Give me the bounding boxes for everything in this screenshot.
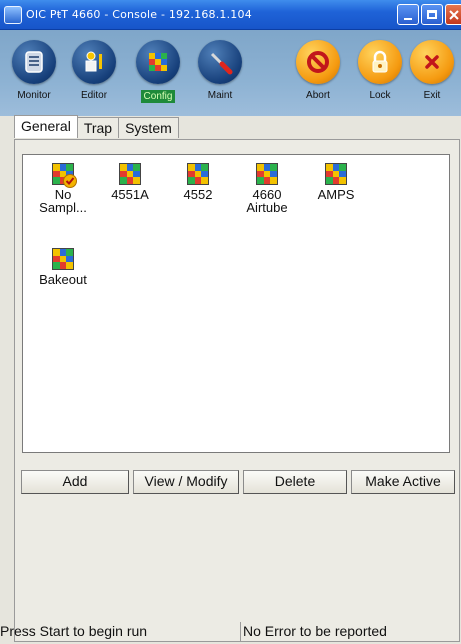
maximize-button[interactable]	[421, 4, 443, 25]
lock-button[interactable]: Lock	[352, 40, 408, 114]
lock-icon	[358, 40, 402, 84]
abort-button[interactable]: Abort	[290, 40, 346, 114]
editor-icon	[72, 40, 116, 84]
active-check-icon	[63, 174, 77, 188]
config-icon	[256, 163, 278, 185]
abort-icon	[296, 40, 340, 84]
status-divider	[240, 622, 241, 642]
general-panel: No Sampl... 4551A 4552 4660 Airtube AMPS…	[14, 139, 460, 642]
tab-system[interactable]: System	[118, 117, 179, 138]
config-item[interactable]: 4660 Airtube	[237, 163, 297, 214]
config-name-line1: AMPS	[317, 187, 355, 202]
app-icon[interactable]	[4, 5, 22, 24]
config-icon	[52, 163, 77, 188]
maximize-icon	[427, 10, 437, 19]
config-icon	[52, 248, 74, 270]
maint-icon	[198, 40, 242, 84]
config-name-line2: Sampl...	[39, 200, 87, 215]
config-item[interactable]: No Sampl...	[33, 163, 93, 214]
config-icon	[187, 163, 209, 185]
window-title: OIC PŧT 4660 - Console - 192.168.1.104	[26, 8, 252, 21]
close-icon	[448, 9, 459, 20]
config-list[interactable]: No Sampl... 4551A 4552 4660 Airtube AMPS…	[22, 154, 450, 453]
config-item[interactable]: 4552	[168, 163, 228, 201]
config-label: Config	[140, 90, 176, 103]
config-name-line1: 4551A	[111, 187, 149, 202]
close-button[interactable]	[445, 4, 461, 25]
maint-button[interactable]: Maint	[192, 40, 248, 114]
window-controls	[397, 4, 461, 25]
config-item[interactable]: AMPS	[306, 163, 366, 201]
config-icon	[325, 163, 347, 185]
tab-trap[interactable]: Trap	[76, 117, 120, 138]
minimize-icon	[404, 17, 412, 20]
exit-icon	[410, 40, 454, 84]
title-bar: OIC PŧT 4660 - Console - 192.168.1.104	[0, 0, 461, 30]
config-name-line2: Airtube	[246, 200, 288, 215]
status-left: Press Start to begin run	[0, 623, 148, 639]
config-name-line1: Bakeout	[39, 272, 87, 287]
lock-label: Lock	[369, 90, 391, 101]
abort-label: Abort	[306, 90, 330, 101]
status-right: No Error to be reported	[243, 623, 387, 639]
monitor-label: Monitor	[17, 90, 51, 101]
editor-button[interactable]: Editor	[66, 40, 122, 114]
exit-label: Exit	[423, 90, 441, 101]
tab-general[interactable]: General	[14, 115, 78, 138]
exit-button[interactable]: Exit	[404, 40, 460, 114]
config-button[interactable]: Config	[130, 40, 186, 114]
editor-label: Editor	[80, 90, 108, 101]
delete-button[interactable]: Delete	[243, 470, 347, 494]
config-icon	[119, 163, 141, 185]
add-button[interactable]: Add	[21, 470, 129, 494]
config-icon	[136, 40, 180, 84]
main-toolbar: Monitor Editor Config Maint Abort Lock E…	[0, 30, 461, 116]
monitor-button[interactable]: Monitor	[6, 40, 62, 114]
monitor-icon	[12, 40, 56, 84]
view-modify-button[interactable]: View / Modify	[133, 470, 239, 494]
config-item[interactable]: 4551A	[100, 163, 160, 201]
tab-bar: General Trap System	[14, 115, 179, 139]
make-active-button[interactable]: Make Active	[351, 470, 455, 494]
minimize-button[interactable]	[397, 4, 419, 25]
maint-label: Maint	[207, 90, 233, 101]
config-name-line1: 4552	[183, 187, 213, 202]
config-item[interactable]: Bakeout	[33, 248, 93, 286]
